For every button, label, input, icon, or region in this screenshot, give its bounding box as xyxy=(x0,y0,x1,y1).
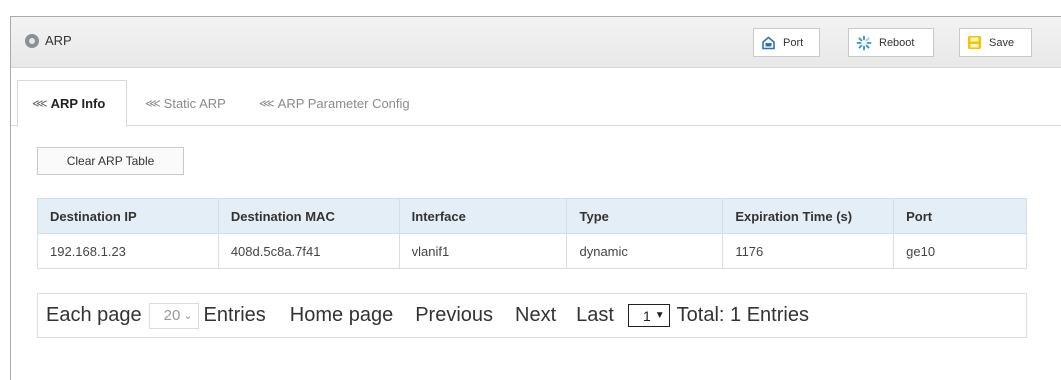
column-header: Destination IP xyxy=(37,198,219,234)
next-page-link[interactable]: Next xyxy=(515,304,556,327)
chevron-right-icon: ⋘ xyxy=(259,97,275,110)
each-page-label: Each page xyxy=(46,304,142,326)
per-page-select[interactable]: 20 ⌄ xyxy=(148,302,199,329)
port-button[interactable]: Port xyxy=(753,28,820,57)
column-header: Port xyxy=(893,198,1027,234)
page-title: ARP xyxy=(45,33,72,48)
table-cell: dynamic xyxy=(566,233,724,269)
tab-label: Static ARP xyxy=(163,95,226,111)
reboot-button[interactable]: Reboot xyxy=(848,28,934,57)
arp-panel: ARP Port Reboot Save ⋘ ARP Info ⋘ Static… xyxy=(10,16,1061,380)
current-page-value: 1 xyxy=(642,307,651,324)
table-cell: ge10 xyxy=(893,233,1027,269)
reboot-button-label: Reboot xyxy=(879,36,915,49)
reboot-icon xyxy=(856,35,872,50)
entries-label: Entries xyxy=(203,304,266,326)
previous-page-link[interactable]: Previous xyxy=(415,304,493,327)
tab-bar: ⋘ ARP Info ⋘ Static ARP ⋘ ARP Parameter … xyxy=(11,80,1061,127)
chevron-right-icon: ⋘ xyxy=(32,98,48,110)
table-cell: 1176 xyxy=(722,233,895,269)
save-icon xyxy=(968,36,981,49)
clear-arp-table-button[interactable]: Clear ARP Table xyxy=(37,147,184,175)
table-row: 192.168.1.23 408d.5c8a.7f41 vlanif1 dyna… xyxy=(37,233,1027,269)
tab-arp-info[interactable]: ⋘ ARP Info xyxy=(17,80,127,127)
column-header: Expiration Time (s) xyxy=(722,198,895,234)
per-page-value: 20 xyxy=(163,307,181,324)
page-number-select[interactable]: 1 ▼ xyxy=(627,304,670,327)
tab-static-arp[interactable]: ⋘ Static ARP xyxy=(145,80,226,126)
column-header: Interface xyxy=(398,198,568,234)
last-page-link[interactable]: Last xyxy=(576,304,614,327)
tab-arp-parameter-config[interactable]: ⋘ ARP Parameter Config xyxy=(259,80,410,126)
pagination-bar: Each page 20 ⌄ Entries Home page Previou… xyxy=(37,293,1027,338)
save-button[interactable]: Save xyxy=(959,28,1032,57)
chevron-right-icon: ⋘ xyxy=(145,97,161,110)
arp-table: Destination IP Destination MAC Interface… xyxy=(37,198,1027,269)
tab-label: ARP Info xyxy=(50,96,106,111)
column-header: Destination MAC xyxy=(217,198,400,234)
circle-icon xyxy=(25,34,39,48)
save-button-label: Save xyxy=(989,36,1015,49)
chevron-down-icon: ⌄ xyxy=(183,310,193,322)
table-cell: 408d.5c8a.7f41 xyxy=(217,233,400,269)
table-cell: 192.168.1.23 xyxy=(37,233,219,269)
tab-label: ARP Parameter Config xyxy=(277,95,410,111)
panel-header: ARP Port Reboot Save xyxy=(11,17,1061,68)
port-icon xyxy=(762,35,775,49)
port-button-label: Port xyxy=(783,36,804,49)
total-entries-label: Total: 1 Entries xyxy=(676,304,809,326)
table-header-row: Destination IP Destination MAC Interface… xyxy=(37,198,1027,234)
chevron-down-icon: ▼ xyxy=(654,310,665,321)
table-cell: vlanif1 xyxy=(398,233,568,269)
column-header: Type xyxy=(566,198,724,234)
home-page-link[interactable]: Home page xyxy=(290,304,393,327)
